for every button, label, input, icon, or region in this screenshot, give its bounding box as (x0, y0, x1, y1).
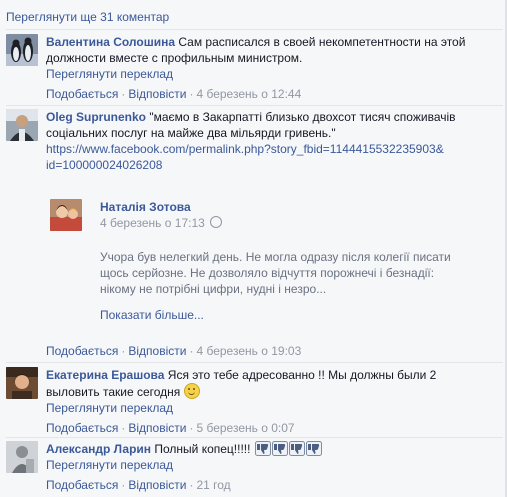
comment-item: Валентина Солошина Сам расписался в свое… (6, 34, 503, 104)
thumbs-down-icon (254, 441, 271, 456)
comment-text: Полный копец!!!!! (154, 442, 251, 456)
comment-actions: Подобається · Відповісти · 4 березень о 19:0… (46, 343, 503, 359)
comment-text: Яся это тебе адресованно !! Мы должны бы… (167, 368, 437, 382)
shared-post-timestamp[interactable]: 4 березень о 17:13 (100, 215, 503, 231)
like-link[interactable]: Подобається (46, 478, 118, 492)
thumbs-down-icon (271, 441, 288, 456)
comment-author-link[interactable]: Валентина Солошина (46, 35, 175, 49)
comment-text: выловить такие сегодня (46, 385, 181, 399)
reply-link[interactable]: Відповісти (128, 87, 186, 101)
see-translation-link[interactable]: Переглянути переклад (46, 66, 503, 82)
comment-timestamp[interactable]: 4 березень о 12:44 (196, 87, 301, 101)
comment-text: "маємо в Закарпатті близько двохсот тися… (149, 110, 456, 124)
woman-avatar-icon[interactable] (50, 199, 82, 231)
like-link[interactable]: Подобається (46, 421, 118, 435)
comment-text: соціальних послуг на майже два мільярди … (46, 126, 336, 140)
comment-item: Александр Ларин Полный копец!!!!! Перегл… (6, 441, 503, 497)
thumbs-down-icons (254, 441, 322, 456)
permalink-url[interactable]: https://www.facebook.com/permalink.php?s… (46, 141, 503, 157)
comment-divider (6, 437, 503, 438)
comment-author-link[interactable]: Екатерина Ерашова (46, 368, 164, 382)
separator-dot: · (121, 478, 126, 492)
comment-author-link[interactable]: Oleg Suprunenko (46, 110, 146, 124)
comment-author-link[interactable]: Александр Ларин (46, 442, 151, 456)
shared-post-time[interactable]: 4 березень о 17:13 (100, 216, 205, 230)
comment-timestamp[interactable]: 5 березень о 0:07 (196, 421, 294, 435)
comment-divider (6, 362, 503, 363)
comment-divider (6, 29, 503, 30)
penguin-avatar-icon[interactable] (6, 34, 38, 66)
comment-text: должности вместе с профильным министром. (46, 51, 303, 65)
view-more-comments-link[interactable]: Переглянути ще 31 коментар (6, 10, 169, 24)
man-avatar-icon[interactable] (6, 441, 38, 473)
shared-post-text: Учора був нелегкий день. Не могла одразу… (100, 250, 451, 264)
reply-link[interactable]: Відповісти (128, 421, 186, 435)
show-more-link[interactable]: Показати більше... (100, 307, 503, 323)
separator-dot: · (189, 87, 194, 101)
comment-timestamp[interactable]: 21 год (196, 478, 230, 492)
audience-globe-icon (210, 216, 223, 228)
shared-post-author-link[interactable]: Наталія Зотова (100, 199, 503, 215)
permalink-url[interactable]: id=100000024026208 (46, 157, 503, 173)
see-translation-link[interactable]: Переглянути переклад (46, 457, 503, 473)
shared-post-text: нікому не потрібні цифри, нудні і незро.… (100, 282, 327, 296)
see-translation-link[interactable]: Переглянути переклад (46, 400, 503, 416)
reply-link[interactable]: Відповісти (128, 478, 186, 492)
separator-dot: · (121, 344, 126, 358)
separator-dot: · (121, 421, 126, 435)
smile-emoji-icon (183, 383, 200, 399)
shared-post: Наталія Зотова 4 березень о 17:13 Учора … (50, 199, 503, 322)
comment-timestamp[interactable]: 4 березень о 19:03 (196, 344, 301, 358)
separator-dot: · (189, 421, 194, 435)
woman-avatar-icon[interactable] (6, 367, 38, 399)
separator-dot: · (121, 87, 126, 101)
comment-text: Сам расписался в своей некомпетентности … (178, 35, 466, 49)
thumbs-down-icon (305, 441, 322, 456)
separator-dot: · (189, 344, 194, 358)
like-link[interactable]: Подобається (46, 344, 118, 358)
reply-link[interactable]: Відповісти (128, 344, 186, 358)
shared-post-text: щось серйозне. Не дозволяло відчуття пор… (100, 266, 435, 280)
comment-divider (6, 105, 503, 106)
comment-item: Oleg Suprunenko "маємо в Закарпатті близ… (6, 109, 503, 179)
like-link[interactable]: Подобається (46, 87, 118, 101)
separator-dot: · (189, 478, 194, 492)
thumbs-down-icon (288, 441, 305, 456)
man-avatar-icon[interactable] (6, 109, 38, 141)
comment-item: Екатерина Ерашова Яся это тебе адресован… (6, 367, 503, 437)
